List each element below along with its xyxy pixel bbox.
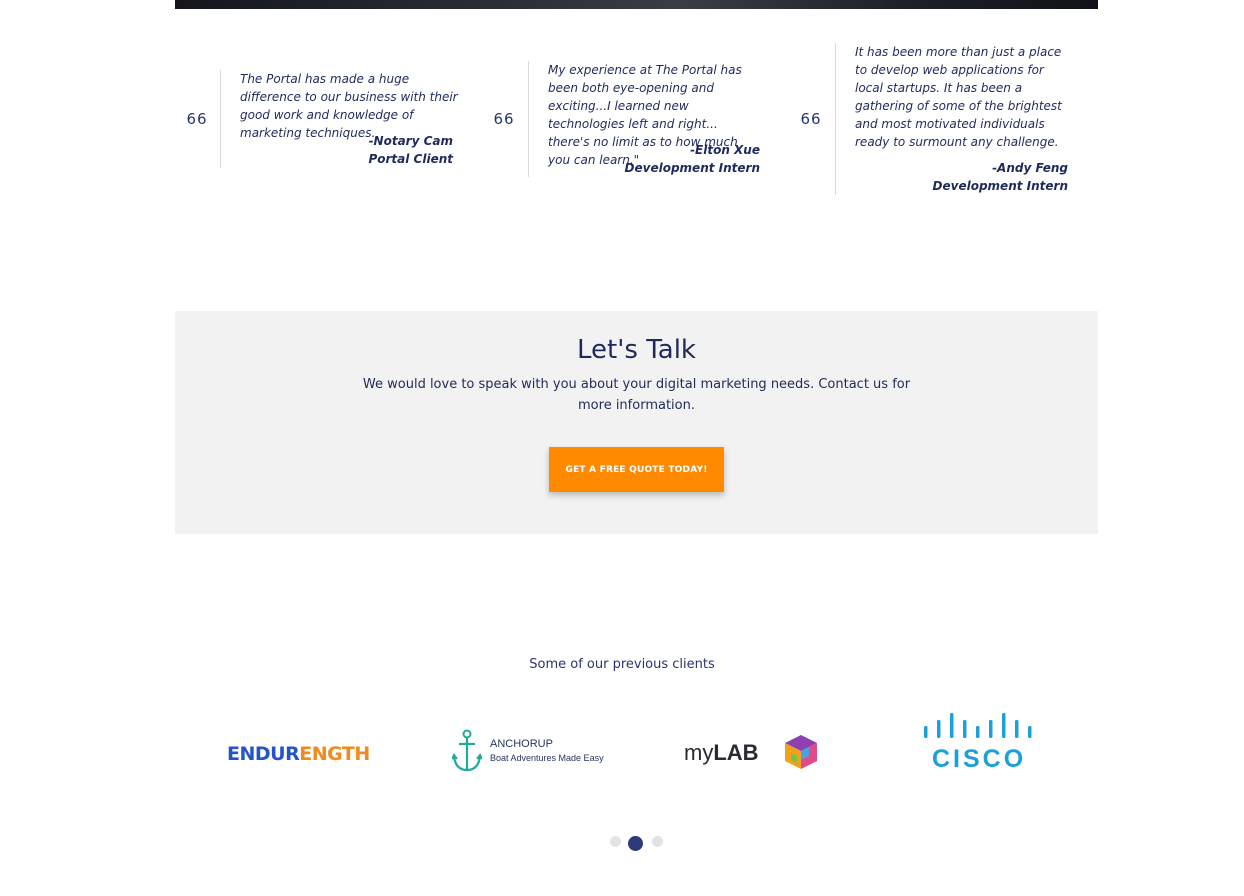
quote-mark-icon: 66 [186, 110, 208, 128]
testimonial-author: -Andy Feng Development Intern [855, 159, 1068, 195]
testimonial-divider [528, 61, 529, 177]
anchor-icon [452, 729, 482, 772]
cisco-wordmark: CISCO [932, 745, 1027, 773]
testimonial-author: -Elton Xue Development Intern [548, 141, 760, 177]
clients-heading: Some of our previous clients [529, 657, 715, 672]
mylab-cube-icon [785, 735, 817, 769]
testimonial-divider [220, 70, 221, 168]
author-role: Development Intern [932, 179, 1068, 193]
author-name: -Elton Xue [690, 143, 760, 157]
quote-mark-icon: 66 [800, 110, 822, 128]
testimonial-text: It has been more than just a place to de… [855, 45, 1062, 149]
anchorup-tagline: Boat Adventures Made Easy [490, 753, 604, 763]
endurength-wordmark: ENDURENGTH [227, 743, 370, 765]
quote-mark-icon: 66 [493, 110, 515, 128]
anchorup-logo[interactable]: ANCHORUP Boat Adventures Made Easy [452, 729, 612, 774]
cisco-bars-icon [924, 713, 1032, 738]
author-role: Portal Client [368, 152, 453, 166]
testimonial-divider [835, 43, 836, 195]
author-name: -Notary Cam [368, 134, 453, 148]
carousel-pagination [0, 835, 1244, 851]
mylab-wordmark: myLAB [684, 740, 759, 765]
carousel-dot-1[interactable] [610, 836, 621, 847]
endurength-logo[interactable]: ENDURENGTH [227, 744, 373, 766]
hero-image-strip [175, 0, 1098, 9]
mylab-logo[interactable]: myLAB [684, 732, 824, 772]
author-role: Development Intern [624, 161, 760, 175]
testimonial-2: 66 My experience at The Portal has been … [482, 61, 772, 177]
free-quote-button[interactable]: GET A FREE QUOTE TODAY! [549, 447, 724, 492]
carousel-dot-3[interactable] [652, 836, 663, 847]
cta-description: We would love to speak with you about yo… [362, 377, 911, 413]
anchorup-name: ANCHORUP [490, 738, 553, 750]
carousel-dot-2[interactable] [628, 836, 643, 851]
cta-title: Let's Talk [577, 335, 696, 365]
cisco-logo[interactable]: CISCO [922, 712, 1034, 773]
testimonial-3: 66 It has been more than just a place to… [789, 43, 1084, 195]
testimonial-1: 66 The Portal has made a huge difference… [175, 70, 460, 168]
testimonial-author: -Notary Cam Portal Client [240, 132, 453, 168]
author-name: -Andy Feng [992, 161, 1068, 175]
contact-cta-panel: Let's Talk We would love to speak with y… [175, 311, 1098, 534]
